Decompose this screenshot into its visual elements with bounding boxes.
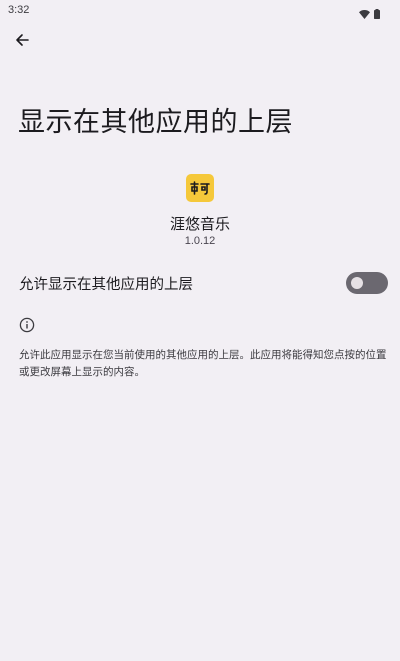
status-icons <box>359 4 380 23</box>
page-title: 显示在其他应用的上层 <box>18 107 293 138</box>
overlay-permission-label: 允许显示在其他应用的上层 <box>19 277 193 293</box>
switch-thumb <box>351 277 363 289</box>
app-version: 1.0.12 <box>184 235 216 247</box>
arrow-left-icon <box>14 32 30 52</box>
overlay-permission-switch[interactable] <box>346 272 388 294</box>
status-time: 3:32 <box>8 4 30 16</box>
overlay-permission-toggle-row[interactable]: 允许显示在其他应用的上层 <box>0 264 400 302</box>
info-icon <box>19 317 35 333</box>
wifi-icon <box>359 4 370 23</box>
battery-icon <box>374 4 380 23</box>
status-bar: 3:32 <box>0 0 400 24</box>
back-button[interactable] <box>10 30 34 54</box>
app-name: 涯悠音乐 <box>169 215 230 233</box>
permission-description: 允许此应用显示在您当前使用的其他应用的上层。此应用将能得知您点按的位置或更改屏幕… <box>19 349 387 378</box>
app-logo-icon <box>186 174 214 202</box>
